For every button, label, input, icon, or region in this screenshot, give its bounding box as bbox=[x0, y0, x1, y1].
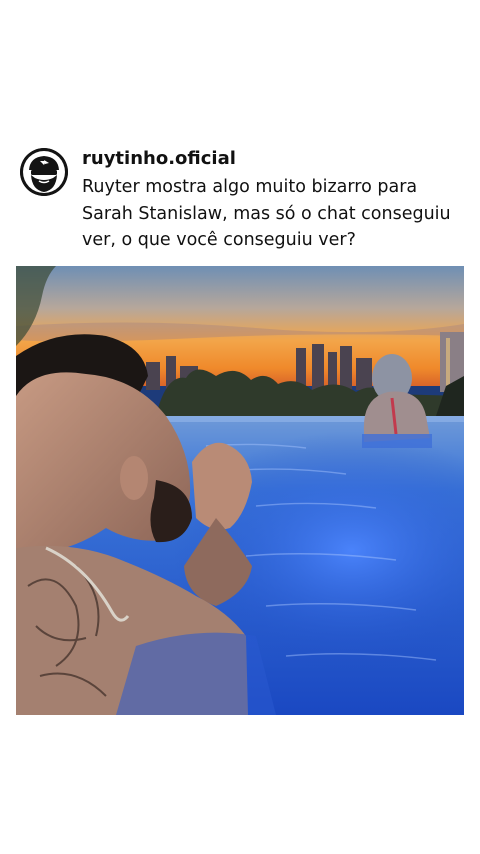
pool-sunset-photo bbox=[16, 266, 464, 715]
bearded-face-logo-icon bbox=[20, 148, 68, 196]
post-caption: Ruyter mostra algo muito bizarro para Sa… bbox=[82, 177, 451, 250]
profile-avatar[interactable] bbox=[20, 148, 68, 196]
post-photo[interactable] bbox=[16, 266, 464, 715]
post-username[interactable]: ruytinho.oficial bbox=[82, 146, 236, 172]
